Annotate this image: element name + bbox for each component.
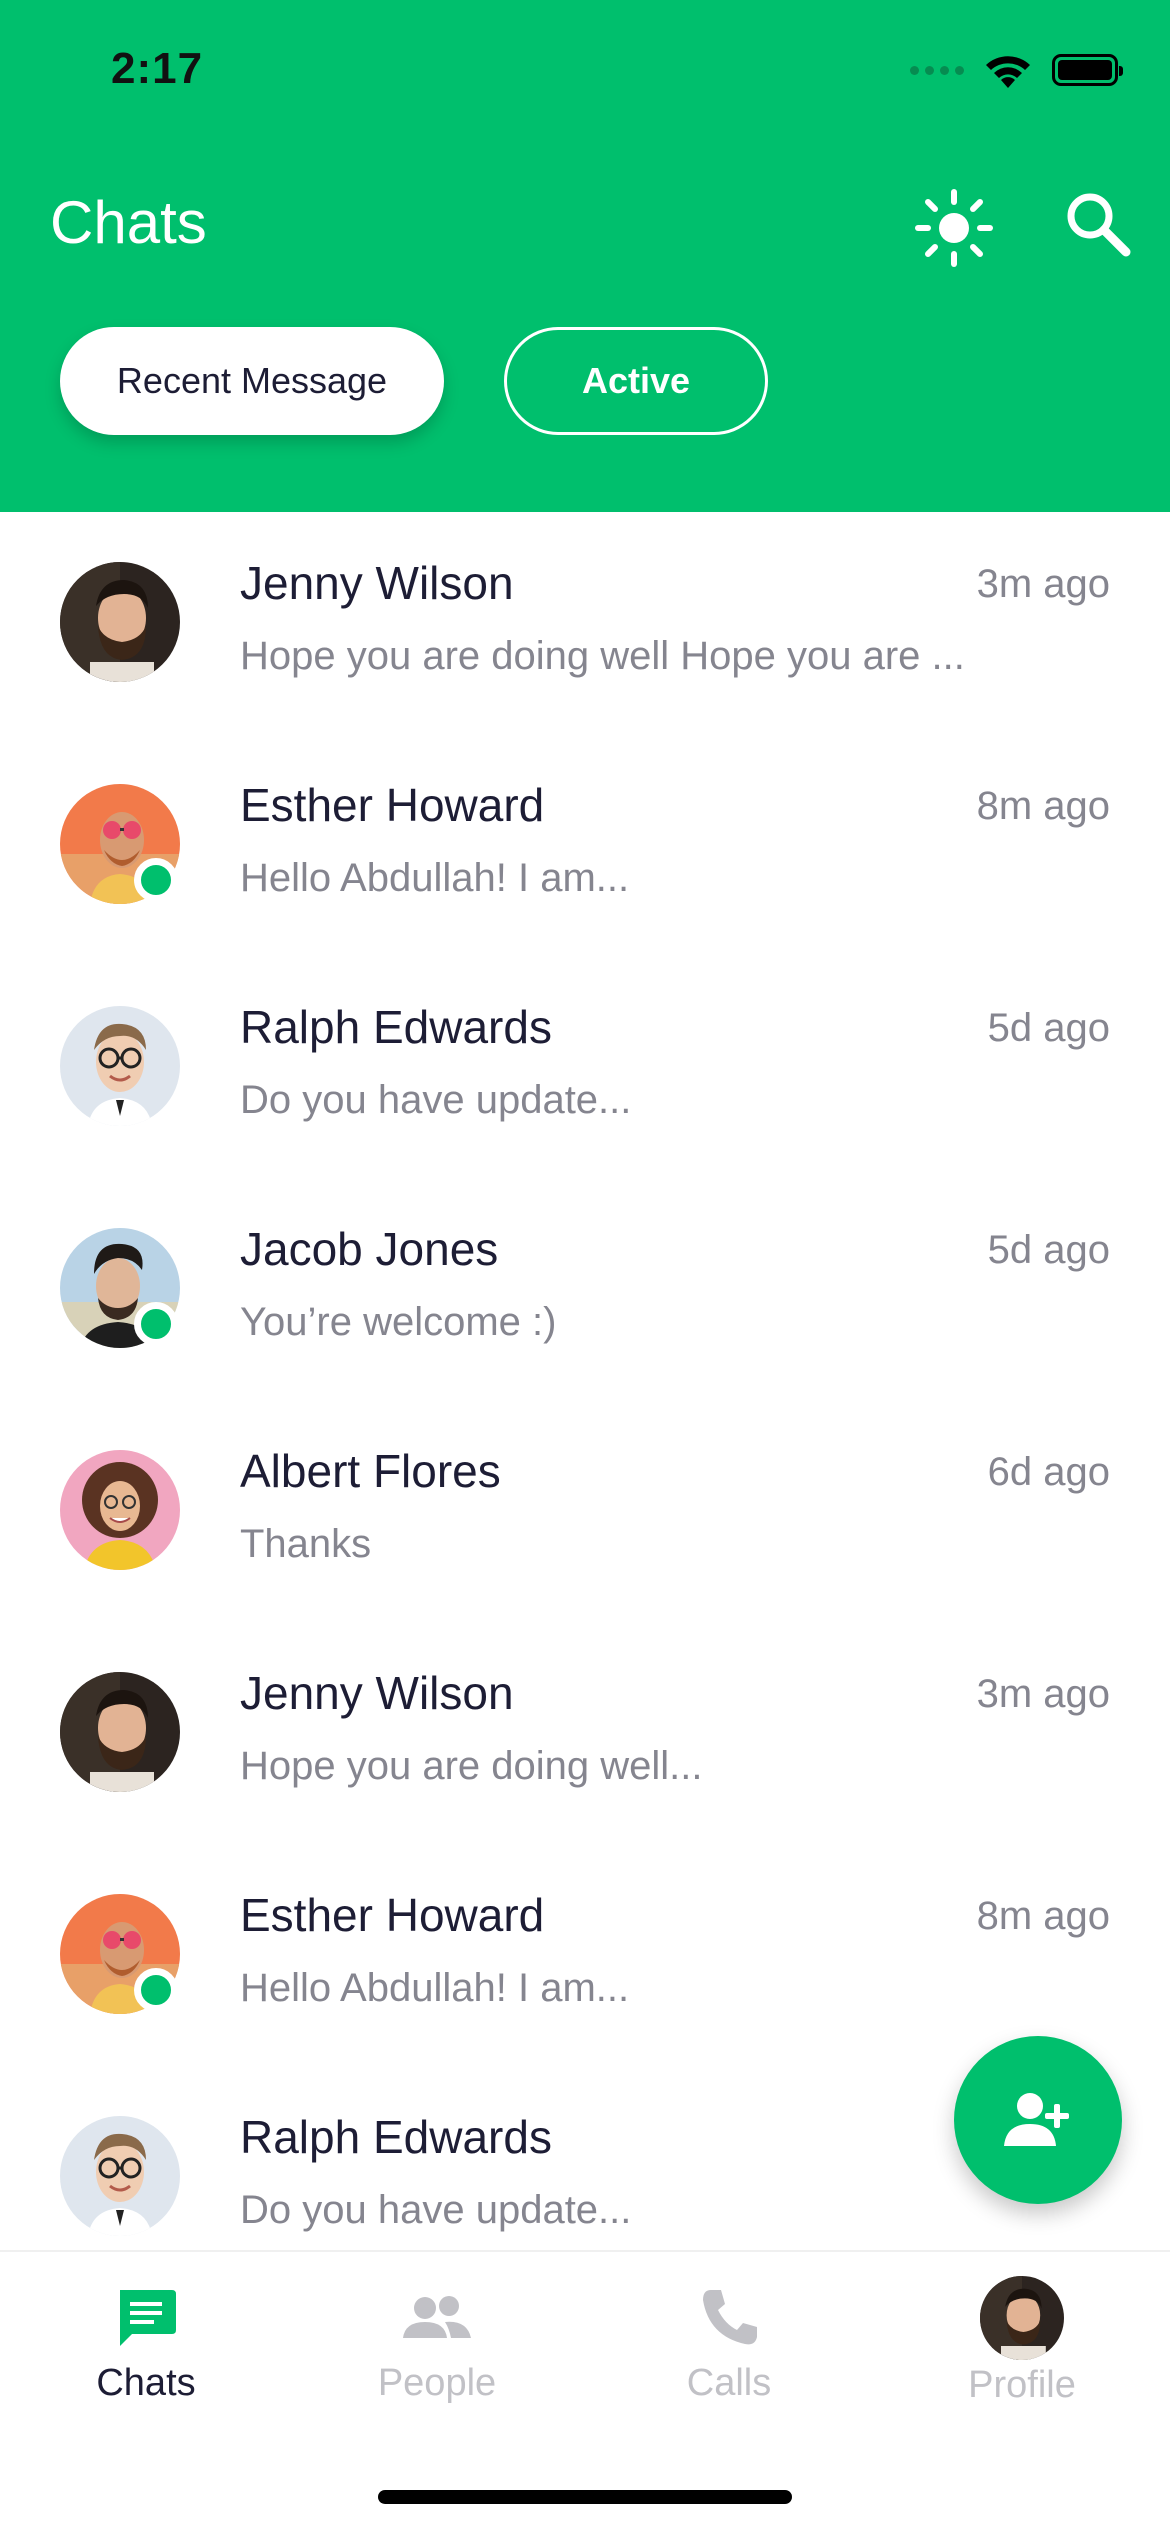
tab-chats[interactable]: Chats xyxy=(26,2286,266,2446)
avatar xyxy=(60,1450,180,1570)
status-indicators xyxy=(910,50,1123,90)
people-icon xyxy=(403,2296,471,2338)
chat-time: 3m ago xyxy=(976,1672,1110,1716)
chat-list-item[interactable]: Esther Howard Hello Abdullah! I am... 8m… xyxy=(0,734,1170,956)
chat-name: Albert Flores xyxy=(240,1445,501,1497)
chat-preview: Hello Abdullah! I am... xyxy=(240,1966,630,2010)
chat-preview: Hope you are doing well... xyxy=(240,1744,703,1788)
chat-list-item[interactable]: Jacob Jones You’re welcome :) 5d ago xyxy=(0,1178,1170,1400)
avatar xyxy=(60,1006,180,1126)
chat-name: Jenny Wilson xyxy=(240,557,514,609)
tab-label: Profile xyxy=(968,2364,1076,2406)
online-indicator xyxy=(134,858,178,902)
chat-list-item[interactable]: Jenny Wilson Hope you are doing well Hop… xyxy=(0,512,1170,734)
online-indicator xyxy=(134,1968,178,2012)
chat-preview: Hello Abdullah! I am... xyxy=(240,856,630,900)
chat-name: Jacob Jones xyxy=(240,1223,499,1275)
tab-people[interactable]: People xyxy=(317,2286,557,2446)
add-person-icon xyxy=(1004,2093,1069,2146)
chat-list: Jenny Wilson Hope you are doing well Hop… xyxy=(0,512,1170,2250)
chat-name: Esther Howard xyxy=(240,1889,545,1941)
tab-profile[interactable]: Profile xyxy=(902,2286,1142,2446)
chat-list-item[interactable]: Albert Flores Thanks 6d ago xyxy=(0,1400,1170,1622)
home-indicator xyxy=(378,2490,792,2504)
chat-list-item[interactable]: Ralph Edwards Do you have update... 5d a… xyxy=(0,956,1170,1178)
chat-time: 8m ago xyxy=(976,784,1110,828)
filter-active[interactable]: Active xyxy=(504,327,768,435)
chat-preview: Hope you are doing well Hope you are ... xyxy=(240,634,965,678)
chat-bubble-icon xyxy=(120,2290,176,2346)
avatar xyxy=(60,562,180,682)
page-title: Chats xyxy=(50,189,207,256)
avatar xyxy=(60,2116,180,2236)
avatar xyxy=(980,2276,1064,2360)
chat-name: Esther Howard xyxy=(240,779,545,831)
chat-preview: You’re welcome :) xyxy=(240,1300,557,1344)
phone-icon xyxy=(703,2290,757,2345)
search-icon[interactable] xyxy=(1062,188,1134,260)
wifi-icon xyxy=(986,56,1030,88)
chat-name: Ralph Edwards xyxy=(240,1001,552,1053)
app-header: 2:17 Chats Recent Message Active xyxy=(0,0,1170,512)
signal-icon xyxy=(910,65,964,75)
chat-preview: Do you have update... xyxy=(240,2188,632,2232)
tab-label: People xyxy=(377,2362,497,2404)
chat-list-item[interactable]: Esther Howard Hello Abdullah! I am... 8m… xyxy=(0,1844,1170,2066)
chat-name: Ralph Edwards xyxy=(240,2111,552,2163)
tab-calls[interactable]: Calls xyxy=(609,2286,849,2446)
chat-preview: Do you have update... xyxy=(240,1078,632,1122)
chat-time: 6d ago xyxy=(987,1450,1110,1494)
chat-time: 8m ago xyxy=(976,1894,1110,1938)
chat-preview: Thanks xyxy=(240,1522,372,1566)
chat-time: 3m ago xyxy=(976,562,1110,606)
avatar xyxy=(60,1672,180,1792)
status-time: 2:17 xyxy=(111,44,204,93)
add-contact-button[interactable] xyxy=(954,2036,1122,2204)
chat-time: 5d ago xyxy=(987,1228,1110,1272)
chat-name: Jenny Wilson xyxy=(240,1667,514,1719)
chat-list-item[interactable]: Jenny Wilson Hope you are doing well... … xyxy=(0,1622,1170,1844)
battery-icon xyxy=(1052,54,1123,86)
tab-label: Chats xyxy=(96,2362,196,2404)
filter-recent-message[interactable]: Recent Message xyxy=(60,327,444,435)
sun-icon[interactable] xyxy=(914,188,994,268)
online-indicator xyxy=(134,1302,178,1346)
tab-label: Calls xyxy=(686,2362,772,2404)
chat-time: 5d ago xyxy=(987,1006,1110,1050)
